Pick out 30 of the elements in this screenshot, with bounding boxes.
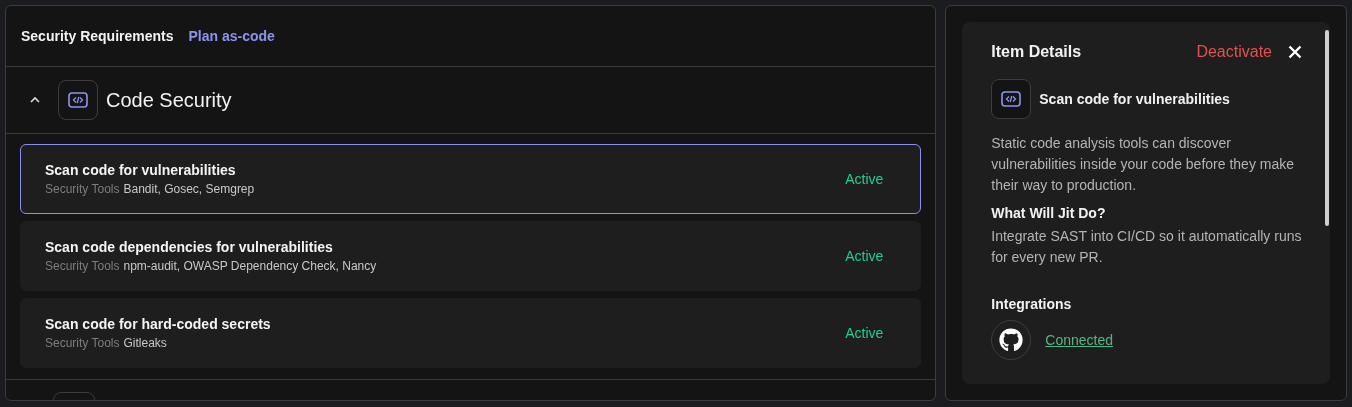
plan-text: Integrate SAST into CI/CD so it automatically runs for every new PR. xyxy=(991,227,1302,267)
scrollbar[interactable] xyxy=(1325,30,1329,226)
requirement-title: Scan code dependencies for vulnerabilities xyxy=(45,239,334,255)
item-title: Scan code for vulnerabilities xyxy=(1039,91,1230,107)
code-icon xyxy=(68,92,88,108)
requirement-row[interactable]: Scan code for vulnerabilities Security Tools Bandit, Gosec, Semgrep Active xyxy=(20,144,922,214)
description-text: Static code analysis tools can discover vulnerabilities inside your code before they make their way to production. xyxy=(991,134,1295,195)
status-text: Active xyxy=(845,171,884,187)
tools-label: Security Tools xyxy=(45,336,120,350)
status-text: Active xyxy=(845,325,884,341)
tools-list: npm-audit, OWASP Dependency Check, Nancy xyxy=(123,259,377,273)
details-title: Item Details xyxy=(991,43,1083,61)
tools-list: Bandit, Gosec, Semgrep xyxy=(123,182,255,196)
deactivate-button[interactable]: Deactivate xyxy=(1196,43,1272,61)
panel-title: Security Requirements xyxy=(21,28,174,44)
requirement-title: Scan code for vulnerabilities xyxy=(45,162,237,178)
code-icon xyxy=(1001,91,1022,107)
section-title: Code Security xyxy=(106,88,232,112)
tools-label: Security Tools xyxy=(45,259,120,273)
tools-label: Security Tools xyxy=(45,182,120,196)
close-icon[interactable] xyxy=(1288,45,1302,59)
requirement-title: Scan code for hard-coded secrets xyxy=(45,316,272,332)
section-heading: What Will Jit Do? xyxy=(991,205,1107,221)
tools-list: Gitleaks xyxy=(123,336,167,350)
connected-link[interactable]: Connected xyxy=(1045,332,1113,348)
plan-link[interactable]: Plan as-code xyxy=(188,28,275,44)
section-heading: Integrations xyxy=(991,296,1073,312)
requirement-row[interactable]: Scan code for hard-coded secrets Security Tools Gitleaks Active xyxy=(20,298,922,368)
status-text: Active xyxy=(845,248,884,264)
requirement-row[interactable]: Scan code dependencies for vulnerabilities Security Tools npm-audit, OWASP Dependency Check, Nancy Active xyxy=(20,221,922,291)
